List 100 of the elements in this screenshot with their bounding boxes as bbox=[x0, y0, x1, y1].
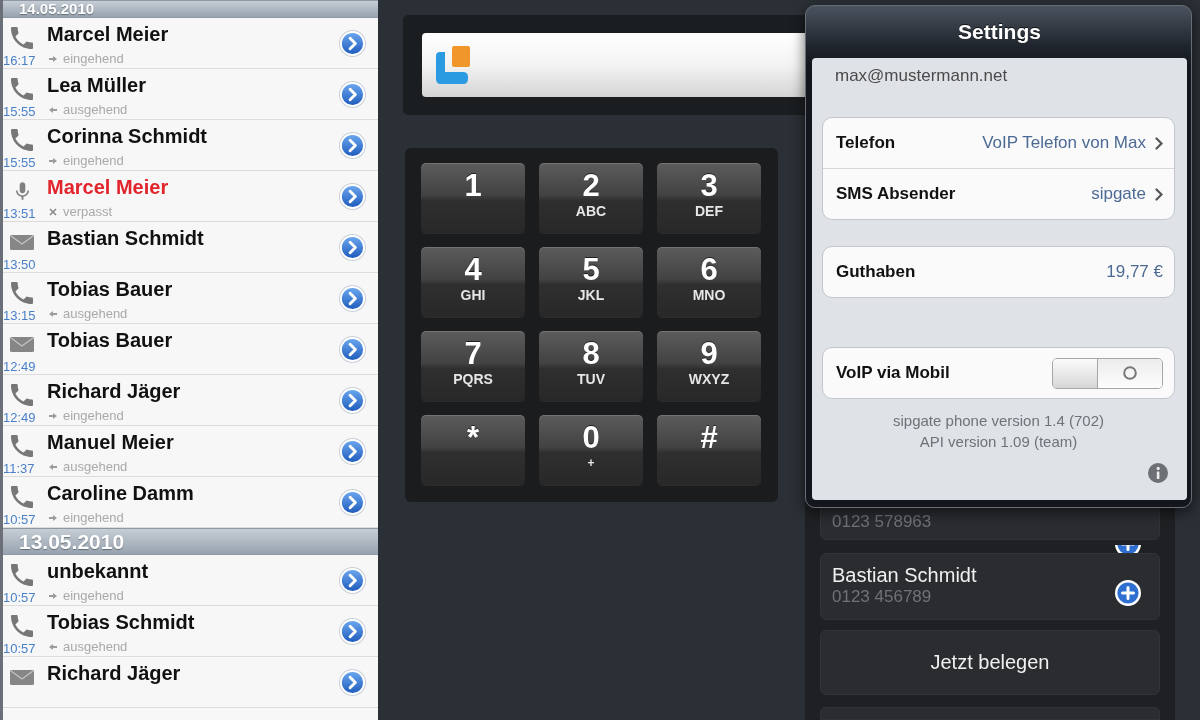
setting-label: SMS Absender bbox=[836, 184, 956, 204]
caller-name: Manuel Meier bbox=[47, 430, 174, 454]
call-status: ausgehend bbox=[63, 639, 128, 654]
call-time: 16:17 bbox=[3, 53, 36, 68]
toggle-switch[interactable] bbox=[1052, 357, 1163, 389]
disclosure-icon[interactable] bbox=[339, 131, 366, 159]
caller-name: unbekannt bbox=[47, 559, 149, 583]
keypad-key[interactable]: 2 ABC bbox=[539, 163, 643, 233]
call-status: eingehend bbox=[63, 408, 124, 423]
envelope-icon bbox=[10, 234, 34, 250]
envelope-icon bbox=[10, 336, 34, 352]
phone-icon bbox=[11, 384, 33, 406]
disclosure-icon[interactable] bbox=[339, 29, 366, 57]
ring-icon bbox=[1123, 366, 1137, 380]
phone-icon bbox=[11, 78, 33, 100]
disclosure-icon[interactable] bbox=[339, 335, 366, 363]
arrow-right-icon bbox=[49, 156, 57, 165]
phone-icon bbox=[11, 564, 33, 586]
disclosure-icon[interactable] bbox=[339, 488, 366, 516]
disclosure-icon[interactable] bbox=[339, 233, 366, 261]
chevron-icon[interactable] bbox=[1155, 187, 1163, 201]
call-status: verpasst bbox=[63, 204, 113, 219]
date-header: 13.05.2010 bbox=[3, 528, 378, 555]
arrow-left-icon bbox=[49, 309, 57, 318]
disclosure-icon[interactable] bbox=[339, 284, 366, 312]
call-status: eingehend bbox=[63, 153, 124, 168]
phone-icon bbox=[11, 27, 33, 49]
disclosure-icon[interactable] bbox=[339, 386, 366, 414]
chevron-icon[interactable] bbox=[1155, 136, 1163, 150]
arrow-left-icon bbox=[49, 105, 57, 114]
call-status: eingehend bbox=[63, 510, 124, 525]
call-status: ausgehend bbox=[63, 102, 128, 117]
setting-value: sipgate bbox=[1091, 184, 1146, 204]
caller-name: Bastian Schmidt bbox=[47, 226, 204, 250]
version-text: API version 1.09 (team) bbox=[919, 432, 1078, 452]
setting-value: 19,77 € bbox=[1106, 262, 1163, 282]
keypad-key[interactable]: 6 MNO bbox=[657, 247, 761, 317]
disclosure-icon[interactable] bbox=[339, 182, 366, 210]
phone-icon bbox=[11, 615, 33, 637]
account-email: max@mustermann.net bbox=[834, 66, 1008, 86]
call-time: 10:57 bbox=[3, 590, 36, 605]
phone-icon bbox=[11, 129, 33, 151]
keypad-key[interactable]: 1 bbox=[421, 163, 525, 233]
info-icon[interactable] bbox=[1148, 463, 1168, 483]
call-status: ausgehend bbox=[63, 306, 128, 321]
envelope-icon bbox=[10, 669, 34, 685]
arrow-right-icon bbox=[49, 54, 57, 63]
disclosure-icon[interactable] bbox=[339, 437, 366, 465]
keypad-key[interactable]: 5 JKL bbox=[539, 247, 643, 317]
setting-label: Guthaben bbox=[836, 262, 916, 282]
caller-name: Lea Müller bbox=[47, 73, 146, 97]
arrow-left-icon bbox=[49, 462, 57, 471]
call-time: 15:55 bbox=[3, 104, 36, 119]
call-time: 12:49 bbox=[3, 410, 36, 425]
keypad-key[interactable]: * bbox=[421, 415, 525, 485]
keypad-key[interactable]: # bbox=[657, 415, 761, 485]
call-time: 12:49 bbox=[3, 359, 36, 374]
call-status: eingehend bbox=[63, 51, 124, 66]
contact-card[interactable]: Bastian Schmidt 0123 456789 bbox=[820, 553, 1160, 620]
arrow-right-icon bbox=[49, 411, 57, 420]
call-time: 11:37 bbox=[3, 461, 35, 476]
keypad-key[interactable]: 3 DEF bbox=[657, 163, 761, 233]
disclosure-icon[interactable] bbox=[339, 617, 366, 645]
keypad-key[interactable]: 9 WXYZ bbox=[657, 331, 761, 401]
call-time: 10:57 bbox=[3, 512, 36, 527]
contact-number: 0123 456789 bbox=[832, 587, 932, 607]
arrow-left-icon bbox=[49, 642, 57, 651]
disclosure-icon[interactable] bbox=[339, 566, 366, 594]
keypad-key[interactable]: 4 GHI bbox=[421, 247, 525, 317]
add-icon[interactable] bbox=[1115, 580, 1141, 606]
phone-icon bbox=[11, 435, 33, 457]
setting-label: VoIP via Mobil bbox=[836, 363, 950, 383]
caller-name: Marcel Meier bbox=[47, 175, 169, 199]
microphone-icon bbox=[15, 181, 29, 201]
caller-name: Corinna Schmidt bbox=[47, 124, 207, 148]
date-header: 14.05.2010 bbox=[3, 0, 378, 18]
keypad-key[interactable]: 8 TUV bbox=[539, 331, 643, 401]
call-time: 10:57 bbox=[3, 641, 36, 656]
keypad-key[interactable]: 0 + bbox=[539, 415, 643, 485]
caller-name: Caroline Damm bbox=[47, 481, 194, 505]
contact-name: Bastian Schmidt bbox=[832, 563, 977, 587]
call-time: 15:55 bbox=[3, 155, 36, 170]
phone-icon bbox=[11, 486, 33, 508]
arrow-right-icon bbox=[49, 513, 57, 522]
popover-title: Settings bbox=[958, 20, 1041, 44]
caller-name: Tobias Bauer bbox=[47, 277, 173, 301]
call-status: eingehend bbox=[63, 588, 124, 603]
cross-icon bbox=[49, 207, 57, 216]
contact-number: 0123 578963 bbox=[832, 512, 932, 532]
version-text: sipgate phone version 1.4 (702) bbox=[893, 411, 1104, 431]
keypad-key[interactable]: 7 PQRS bbox=[421, 331, 525, 401]
caller-name: Tobias Bauer bbox=[47, 328, 173, 352]
caller-name: Tobias Schmidt bbox=[47, 610, 195, 634]
caller-name: Richard Jäger bbox=[47, 661, 181, 685]
call-time: 13:50 bbox=[3, 257, 36, 272]
disclosure-icon[interactable] bbox=[339, 668, 366, 696]
disclosure-icon[interactable] bbox=[339, 80, 366, 108]
logo-icon bbox=[433, 45, 473, 85]
action-button[interactable]: Jetzt belegen bbox=[820, 630, 1160, 695]
setting-label: Telefon bbox=[836, 133, 896, 153]
